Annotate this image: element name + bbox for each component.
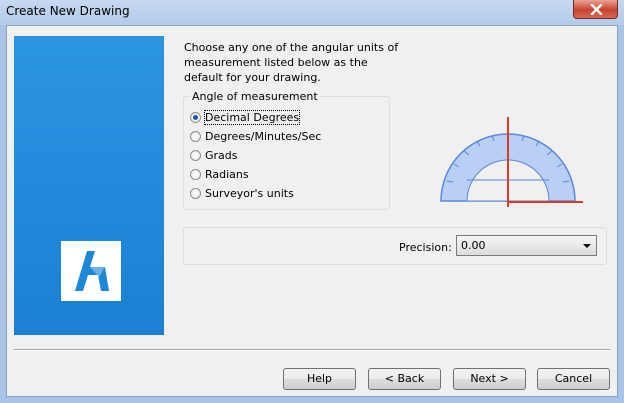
dropdown-arrow-icon[interactable] bbox=[583, 244, 591, 248]
radio-degrees-minutes-sec[interactable]: Degrees/Minutes/Sec bbox=[190, 128, 321, 145]
radio-label: Degrees/Minutes/Sec bbox=[205, 130, 322, 143]
radio-label: Grads bbox=[205, 149, 238, 162]
radio-button[interactable] bbox=[190, 112, 201, 123]
cancel-button[interactable]: Cancel bbox=[537, 368, 610, 390]
instructions-text: Choose any one of the angular units of m… bbox=[184, 41, 399, 84]
brand-panel bbox=[14, 36, 164, 335]
radio-radians[interactable]: Radians bbox=[190, 166, 249, 183]
radio-button[interactable] bbox=[190, 169, 201, 180]
precision-label: Precision: bbox=[399, 241, 452, 254]
dialog-window: Create New Drawing Choose any one of the… bbox=[0, 0, 624, 403]
next-button[interactable]: Next > bbox=[453, 368, 526, 390]
radio-label: Radians bbox=[205, 168, 249, 181]
close-button[interactable] bbox=[573, 0, 618, 19]
close-icon bbox=[590, 4, 603, 15]
radio-button[interactable] bbox=[190, 188, 201, 199]
precision-group: Precision: 0.00 bbox=[183, 227, 607, 265]
radio-decimal-degrees[interactable]: Decimal Degrees bbox=[190, 109, 301, 126]
radio-grads[interactable]: Grads bbox=[190, 147, 238, 164]
radio-button[interactable] bbox=[190, 131, 201, 142]
window-title: Create New Drawing bbox=[6, 4, 130, 18]
precision-dropdown[interactable]: 0.00 bbox=[456, 235, 597, 256]
back-button[interactable]: < Back bbox=[368, 368, 441, 390]
protractor-icon bbox=[440, 117, 583, 207]
help-button[interactable]: Help bbox=[283, 368, 356, 390]
angle-measurement-group: Angle of measurement Decimal Degrees Deg… bbox=[183, 90, 390, 210]
radio-label: Decimal Degrees bbox=[203, 110, 301, 125]
radio-label: Surveyor's units bbox=[205, 187, 294, 200]
radio-surveyors-units[interactable]: Surveyor's units bbox=[190, 185, 294, 202]
title-bar[interactable]: Create New Drawing bbox=[0, 0, 624, 25]
dialog-client-area: Choose any one of the angular units of m… bbox=[6, 25, 618, 397]
radio-button[interactable] bbox=[190, 150, 201, 161]
angle-group-legend: Angle of measurement bbox=[190, 90, 320, 103]
footer-divider bbox=[14, 349, 610, 351]
precision-value: 0.00 bbox=[461, 239, 486, 252]
bricscad-logo-icon bbox=[61, 241, 121, 301]
